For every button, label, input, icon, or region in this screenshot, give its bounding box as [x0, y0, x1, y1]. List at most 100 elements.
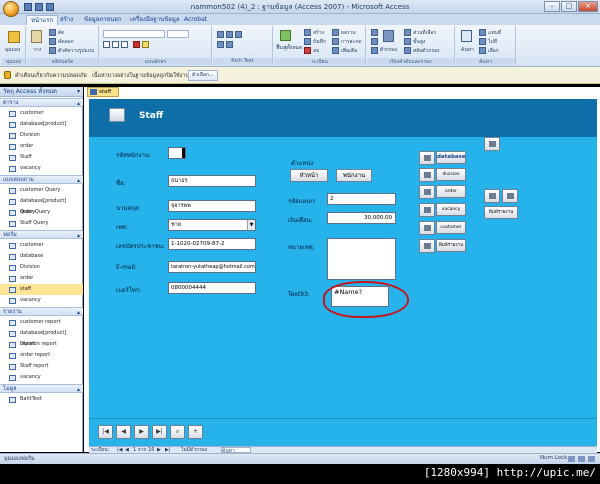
nav-group-tables[interactable]: ตาราง ▴: [0, 98, 83, 107]
customer-icon-button[interactable]: [419, 221, 435, 235]
goto-label[interactable]: ไปที่: [488, 38, 497, 46]
tab-acrobat[interactable]: Acrobat: [180, 15, 211, 25]
totals-label[interactable]: ผลรวม: [341, 29, 356, 37]
nav-item-report[interactable]: Staff report: [0, 361, 83, 372]
select-icon[interactable]: [479, 47, 486, 54]
tab-home[interactable]: หน้าแรก: [26, 15, 59, 25]
vacancy-icon-button[interactable]: [419, 203, 435, 217]
nav-item-report[interactable]: order report: [0, 350, 83, 361]
report-icon-button[interactable]: [419, 239, 435, 253]
new-record-icon[interactable]: [304, 29, 311, 36]
form-view-icon[interactable]: [568, 456, 575, 462]
refresh-all-label[interactable]: ฟื้นฟูทั้งหมด: [276, 44, 302, 52]
selection-icon[interactable]: [404, 29, 411, 36]
nav-pane-header[interactable]: วัตถุ Access ทั้งหมด ▾: [0, 87, 83, 97]
previous-record-button[interactable]: ◀: [116, 425, 131, 439]
nav-item-form[interactable]: Division: [0, 262, 83, 273]
nav-item-report[interactable]: vacancy: [0, 372, 83, 383]
new-record-button[interactable]: +: [188, 425, 203, 439]
clear-sort-icon[interactable]: [371, 47, 378, 54]
advanced-icon[interactable]: [404, 38, 411, 45]
spelling-label[interactable]: การสะกด: [341, 38, 362, 46]
database-button[interactable]: database: [436, 151, 466, 164]
italic-icon[interactable]: [112, 41, 119, 48]
paste-label[interactable]: วาง: [33, 46, 41, 54]
view-icon[interactable]: [8, 31, 20, 43]
nav-item-table[interactable]: customer: [0, 108, 83, 119]
settings-button[interactable]: [484, 137, 500, 151]
tab-database-tools[interactable]: เครื่องมือฐานข้อมูล: [126, 15, 184, 25]
font-name-combo[interactable]: [103, 30, 165, 38]
save-icon[interactable]: [24, 3, 32, 11]
more-icon[interactable]: [332, 47, 339, 54]
font-size-combo[interactable]: [167, 30, 189, 38]
office-button-icon[interactable]: [3, 1, 19, 17]
filter-icon[interactable]: [383, 30, 394, 42]
nav-item-report[interactable]: database[product] report: [0, 328, 83, 347]
nav-item-form[interactable]: vacancy: [0, 295, 83, 306]
email-field[interactable]: taratron-yutatheap@hotmail.com: [168, 261, 256, 273]
name-field[interactable]: ธนาธร: [168, 175, 256, 187]
nav-item-table[interactable]: database[product]: [0, 119, 83, 130]
find-record-button[interactable]: ⌕: [170, 425, 185, 439]
sort-ascending-icon[interactable]: [371, 29, 378, 36]
db-icon-button[interactable]: [419, 151, 435, 165]
sex-select[interactable]: ชาย ▼: [168, 219, 256, 231]
last-record-button[interactable]: ▶|: [152, 425, 167, 439]
numbering-icon[interactable]: [226, 41, 233, 48]
replace-label[interactable]: แทนที่: [488, 29, 501, 37]
nav-group-queries[interactable]: แบบสอบถาม ▴: [0, 175, 83, 184]
layout-view-icon[interactable]: [578, 456, 585, 462]
nav-item-report[interactable]: Division report: [0, 339, 83, 350]
division-button[interactable]: division: [436, 168, 466, 181]
nav-item-query[interactable]: Staff Query: [0, 218, 83, 229]
delete-record-icon[interactable]: [304, 47, 311, 54]
nav-item-query[interactable]: database[product] Query: [0, 196, 83, 215]
cut-label[interactable]: ตัด: [58, 29, 65, 37]
tab-external-data[interactable]: ข้อมูลภายนอก: [80, 15, 126, 25]
first-record-button[interactable]: |◀: [98, 425, 113, 439]
refresh-all-icon[interactable]: [280, 30, 291, 41]
format-painter-icon[interactable]: [49, 47, 56, 54]
chevron-up-icon[interactable]: ▴: [77, 176, 80, 185]
font-color-icon[interactable]: [133, 41, 140, 48]
tab-create[interactable]: สร้าง: [56, 15, 77, 25]
nav-item-form[interactable]: order: [0, 273, 83, 284]
redo-icon[interactable]: [46, 3, 54, 11]
nav-item-report[interactable]: customer report: [0, 317, 83, 328]
undo-icon[interactable]: [35, 3, 43, 11]
note-field[interactable]: [327, 238, 396, 280]
format-painter-label[interactable]: ตัวคัดวางรูปแบบ: [58, 47, 94, 55]
minimize-button[interactable]: –: [544, 1, 560, 12]
surname-field[interactable]: จุจารพพ: [168, 200, 256, 212]
close-button[interactable]: ×: [578, 1, 598, 12]
save-form-button[interactable]: [484, 189, 500, 203]
vacancy-button[interactable]: vacancy: [436, 203, 466, 216]
save-record-label[interactable]: บันทึก: [313, 38, 326, 46]
nav-item-table[interactable]: Staff: [0, 152, 83, 163]
selection-label[interactable]: ส่วนที่เลือก: [413, 29, 436, 37]
security-options-button[interactable]: ตัวเลือก...: [188, 70, 218, 81]
underline-icon[interactable]: [121, 41, 128, 48]
position-staff-button[interactable]: พนักงาน: [336, 169, 372, 182]
nav-item-query[interactable]: order Query: [0, 207, 83, 218]
advanced-label[interactable]: ขั้นสูง: [413, 38, 425, 46]
chevron-up-icon[interactable]: ▴: [77, 385, 80, 394]
nav-item-form-selected[interactable]: staff: [0, 284, 83, 295]
phone-field[interactable]: 0800004444: [168, 282, 256, 294]
nav-group-reports[interactable]: รายงาน ▴: [0, 307, 83, 316]
filter-label[interactable]: ตัวกรอง: [380, 46, 397, 54]
delete-record-label[interactable]: ลบ: [313, 47, 319, 55]
design-view-icon[interactable]: [588, 456, 595, 462]
view-label[interactable]: มุมมอง: [5, 46, 20, 54]
chevron-down-icon[interactable]: ▾: [77, 87, 80, 97]
highlight-icon[interactable]: [142, 41, 149, 48]
chevron-up-icon[interactable]: ▴: [77, 99, 80, 108]
copy-label[interactable]: คัดลอก: [58, 38, 74, 46]
next-record-button[interactable]: ▶: [134, 425, 149, 439]
nav-group-forms[interactable]: ฟอร์ม ▴: [0, 230, 83, 239]
find-icon[interactable]: [461, 30, 472, 42]
customer-button[interactable]: customer: [436, 221, 466, 234]
print-preview-button[interactable]: [502, 189, 518, 203]
salary-field[interactable]: 30,000.00: [327, 212, 396, 224]
